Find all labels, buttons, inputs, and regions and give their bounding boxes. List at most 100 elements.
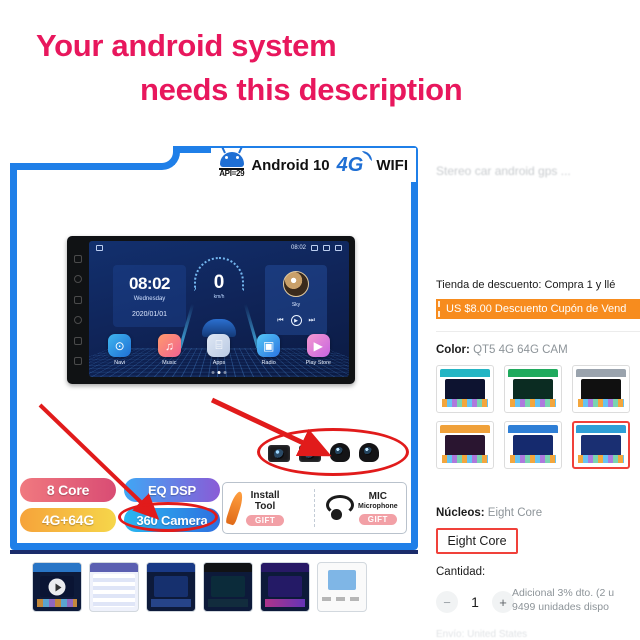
- camera-module-square-1: [268, 445, 290, 462]
- quantity-note-line-1: Adicional 3% dto. (2 u: [512, 587, 615, 599]
- swatch-option-4[interactable]: [436, 421, 494, 469]
- frame-notch: [10, 146, 180, 170]
- clock-widget: 08:02 Wednesday 2020/01/01: [113, 265, 186, 327]
- swatch-option-1[interactable]: [436, 365, 494, 413]
- gift-subtitle-1: Tool: [254, 501, 276, 512]
- speed-unit: km/h: [213, 293, 225, 300]
- app-label: Music: [162, 360, 177, 366]
- product-options-panel: Stereo car android gps ... Tienda de des…: [430, 146, 640, 640]
- camera-module-dome-1: [330, 443, 350, 462]
- headline-line-2: needs this description: [140, 72, 463, 107]
- gift-microphone: MIC Microphone GIFT: [315, 483, 406, 533]
- swatch-option-6-selected[interactable]: [572, 421, 630, 469]
- cores-option-eight-core[interactable]: Eight Core: [436, 528, 518, 554]
- app-navi[interactable]: ⊙ Navi: [101, 334, 139, 366]
- clock-time: 08:02: [129, 274, 170, 293]
- radio-icon: ▣: [257, 334, 281, 357]
- product-main-image[interactable]: API=29 Android 10 4G WIFI 08:02 08:02 We…: [10, 146, 418, 550]
- seller-coupon-badge[interactable]: US $8.00 Descuento Cupón de Vend: [436, 299, 640, 319]
- app-play-store[interactable]: ▶ Play Store: [299, 334, 337, 366]
- headline-line-1: Your android system: [36, 28, 337, 63]
- head-unit-side-buttons: [67, 236, 89, 384]
- play-store-icon: ▶: [306, 334, 330, 357]
- gift-install-tool: Install Tool GIFT: [223, 483, 314, 533]
- quantity-value: 1: [471, 594, 479, 610]
- thumbnail-packing-list[interactable]: [317, 562, 367, 612]
- media-title: Sky: [291, 302, 301, 308]
- clock-date: 2020/01/01: [131, 311, 168, 318]
- color-swatch-grid: [436, 365, 630, 469]
- strip-top-rule: [10, 550, 418, 554]
- gift-items-box: Install Tool GIFT MIC Microphone GIFT: [222, 482, 407, 534]
- home-icon: [96, 244, 103, 251]
- status-time: 08:02: [290, 244, 306, 251]
- camera-module-dome-2: [359, 443, 379, 462]
- quantity-note: Adicional 3% dto. (2 u 9499 unidades dis…: [512, 586, 640, 614]
- quantity-stepper: − 1 +: [436, 591, 514, 613]
- 360-camera-highlight-circle: [118, 502, 218, 532]
- product-title-faded: Stereo car android gps ...: [436, 164, 571, 178]
- android-robot-icon: API=29: [219, 152, 245, 178]
- app-label: Apps: [212, 360, 226, 366]
- app-label: Play Store: [305, 360, 331, 366]
- gift-subtitle-2: Microphone: [358, 503, 398, 510]
- coupon-text: US $8.00 Descuento Cupón de Vend: [446, 303, 627, 315]
- thumbnail-strip: [10, 558, 418, 616]
- thumbnail-screen-mirror[interactable]: [260, 562, 310, 612]
- play-icon: ▶: [290, 315, 302, 326]
- shipping-row-faded: Envío: United States: [436, 629, 528, 640]
- play-button-icon[interactable]: [48, 578, 66, 596]
- app-music[interactable]: ♫ Music: [150, 334, 188, 366]
- store-discount-text: Tienda de descuento: Compra 1 y llé: [436, 279, 616, 291]
- app-radio[interactable]: ▣ Radio: [250, 334, 288, 366]
- speed-gauge-icon: [194, 257, 244, 291]
- microphone-icon: [322, 493, 354, 523]
- cores-option-label: Núcleos: Eight Core: [436, 507, 543, 519]
- grid-apps-icon: ⌸: [207, 334, 231, 357]
- app-label: Navi: [114, 360, 126, 366]
- back-icon: [335, 244, 342, 251]
- swatch-option-2[interactable]: [504, 365, 562, 413]
- quantity-increase-button[interactable]: +: [492, 591, 514, 613]
- wifi-label: WIFI: [376, 156, 408, 174]
- android-version-label: Android 10: [251, 156, 330, 174]
- gift-tag-1: GIFT: [246, 515, 285, 526]
- gift-title-2: MIC: [368, 491, 387, 502]
- api-level-label: API=29: [219, 168, 245, 178]
- location-pin-icon: ⊙: [108, 334, 132, 357]
- music-note-icon: ♫: [157, 334, 181, 357]
- color-option-label: Color: QT5 4G 64G CAM: [436, 344, 568, 356]
- pill-8-core: 8 Core: [20, 478, 116, 502]
- page-indicator: [211, 371, 227, 374]
- quantity-decrease-button[interactable]: −: [436, 591, 458, 613]
- thumbnail-spec-table[interactable]: [89, 562, 139, 612]
- album-art: [283, 271, 309, 297]
- previous-track-icon: ⏮: [277, 316, 284, 324]
- thumbnail-camera-kit[interactable]: [146, 562, 196, 612]
- pry-tool-icon: [224, 490, 246, 526]
- page-title: Your android system needs this descripti…: [0, 24, 620, 112]
- gift-title-1: Install: [250, 490, 280, 501]
- android-spec-badges: API=29 Android 10 4G WIFI: [211, 148, 416, 182]
- pill-eq-dsp: EQ DSP: [124, 478, 220, 502]
- swatch-option-5[interactable]: [504, 421, 562, 469]
- speedometer-widget: 0 km/h: [190, 257, 248, 309]
- page-root: Your android system needs this descripti…: [0, 0, 640, 640]
- recents-icon: [323, 244, 330, 251]
- media-player-widget: Sky ⏮ ▶ ⏭: [265, 265, 327, 335]
- head-unit-screen: 08:02 08:02 Wednesday 2020/01/01 0 km/h: [89, 241, 349, 377]
- quantity-note-line-2: 9499 unidades dispo: [512, 601, 609, 613]
- thumbnail-dashboard[interactable]: [203, 562, 253, 612]
- pill-4g-64g: 4G+64G: [20, 508, 116, 532]
- android-status-bar: 08:02: [89, 241, 349, 254]
- app-apps[interactable]: ⌸ Apps: [200, 334, 238, 366]
- divider-1: [436, 331, 640, 332]
- network-4g-label: 4G: [337, 150, 373, 177]
- thumbnail-video[interactable]: [32, 562, 82, 612]
- app-dock: ⊙ Navi ♫ Music ⌸ Apps ▣ Radio ▶ Play Store: [89, 334, 349, 366]
- swatch-option-3[interactable]: [572, 365, 630, 413]
- app-label: Radio: [261, 360, 276, 366]
- clock-day: Wednesday: [133, 296, 166, 302]
- signal-wave-icon: [362, 150, 373, 161]
- quantity-label: Cantidad:: [436, 566, 486, 578]
